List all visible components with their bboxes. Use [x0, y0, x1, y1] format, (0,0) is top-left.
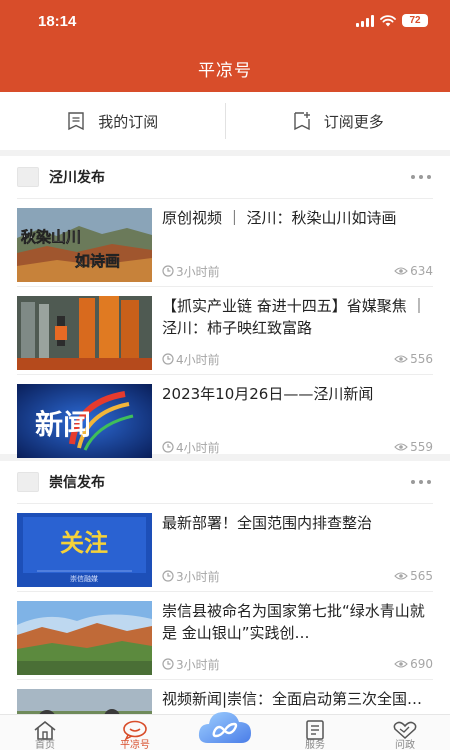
- news-title[interactable]: 崇信县被命名为国家第七批“绿水青山就是 金山银山”实践创…: [162, 600, 433, 644]
- chat-icon: [123, 720, 147, 740]
- news-meta: 3小时前 634: [162, 263, 433, 279]
- thumbnail-caption-line1: 秋染山川: [21, 228, 81, 246]
- service-icon: [306, 720, 324, 740]
- news-title[interactable]: 原创视频 ｜ 泾川：秋染山川如诗画: [162, 207, 433, 229]
- news-thumbnail: [17, 689, 152, 714]
- tab-label: 服务: [305, 740, 325, 750]
- view-count: 565: [394, 569, 433, 583]
- channel-logo: [17, 472, 39, 492]
- tab-label: 平凉号: [120, 740, 150, 750]
- news-title[interactable]: 【抓实产业链 奋进十四五】省媒聚焦 ｜ 泾川：柿子映红致富路: [162, 295, 433, 339]
- tab-pingliang-hao[interactable]: 平凉号: [105, 715, 165, 750]
- publish-time: 4小时前: [162, 439, 220, 456]
- handshake-icon: [393, 721, 417, 740]
- news-thumbnail: [17, 296, 152, 370]
- more-subscriptions-button[interactable]: 订阅更多: [226, 92, 450, 150]
- thumbnail-caption-line2: 如诗画: [75, 252, 120, 270]
- thumbnail-caption: 关注: [60, 529, 108, 557]
- clock-icon: [162, 353, 174, 365]
- battery-icon: 72: [402, 14, 428, 27]
- more-subscriptions-label: 订阅更多: [323, 112, 384, 131]
- eye-icon: [394, 572, 408, 580]
- center-cloud-button[interactable]: [196, 703, 254, 750]
- news-thumbnail: 关注 崇信融媒: [17, 513, 152, 587]
- tab-service[interactable]: 服务: [285, 715, 345, 750]
- eye-icon: [394, 267, 408, 275]
- subscribe-list-icon: [68, 112, 84, 131]
- tab-home[interactable]: 首页: [15, 715, 75, 750]
- thumbnail-subcaption: 崇信融媒: [70, 574, 98, 583]
- publish-time: 3小时前: [162, 263, 220, 280]
- status-icons: 72: [356, 14, 428, 27]
- news-title[interactable]: 2023年10月26日——泾川新闻: [162, 383, 433, 405]
- clock-icon: [162, 570, 174, 582]
- channel-name[interactable]: 泾川发布: [49, 167, 411, 187]
- cloud-icon: [198, 712, 251, 743]
- home-icon: [34, 720, 56, 740]
- more-options-icon[interactable]: [411, 480, 431, 484]
- news-item[interactable]: 秋染山川 如诗画 原创视频 ｜ 泾川：秋染山川如诗画 3小时前 634: [17, 198, 433, 286]
- clock-icon: [162, 658, 174, 670]
- news-item[interactable]: 崇信县被命名为国家第七批“绿水青山就是 金山银山”实践创… 3小时前 690: [17, 591, 433, 679]
- status-bar: 18:14 72: [0, 0, 450, 44]
- tab-wenzheng[interactable]: 问政: [375, 715, 435, 750]
- view-count: 690: [394, 657, 433, 671]
- channel-section: 泾川发布 秋染山川 如诗画 原创视频 ｜ 泾川：秋染山川如诗画 3小时前 634: [0, 156, 450, 458]
- thumbnail-caption: 新闻: [35, 408, 91, 441]
- news-thumbnail: 秋染山川 如诗画: [17, 208, 152, 282]
- page-title: 平凉号: [198, 61, 252, 81]
- news-meta: 3小时前 565: [162, 568, 433, 584]
- channel-section: 崇信发布 关注 崇信融媒 最新部署！全国范围内排查整治 3小时前 565 崇信县…: [0, 461, 450, 714]
- wifi-icon: [380, 14, 396, 26]
- cellular-signal-icon: [356, 14, 374, 27]
- app-header: 18:14 72 平凉号: [0, 0, 450, 92]
- news-item[interactable]: 新闻 2023年10月26日——泾川新闻 4小时前 559: [17, 374, 433, 462]
- subscribe-add-icon: [294, 112, 310, 131]
- news-meta: 3小时前 690: [162, 656, 433, 672]
- news-item[interactable]: 关注 崇信融媒 最新部署！全国范围内排查整治 3小时前 565: [17, 503, 433, 591]
- news-item[interactable]: 【抓实产业链 奋进十四五】省媒聚焦 ｜ 泾川：柿子映红致富路 4小时前 556: [17, 286, 433, 374]
- publish-time: 4小时前: [162, 351, 220, 368]
- view-count: 559: [394, 440, 433, 454]
- channel-header: 泾川发布: [0, 156, 450, 198]
- eye-icon: [394, 355, 408, 363]
- view-count: 556: [394, 352, 433, 366]
- more-options-icon[interactable]: [411, 175, 431, 179]
- news-meta: 4小时前 556: [162, 351, 433, 367]
- news-title[interactable]: 最新部署！全国范围内排查整治: [162, 512, 433, 534]
- tab-label: 问政: [395, 740, 415, 750]
- tab-label: 首页: [35, 740, 55, 750]
- channel-name[interactable]: 崇信发布: [49, 472, 411, 492]
- view-count: 634: [394, 264, 433, 278]
- my-subscriptions-label: 我的订阅: [98, 112, 159, 131]
- publish-time: 3小时前: [162, 568, 220, 585]
- eye-icon: [394, 660, 408, 668]
- channel-header: 崇信发布: [0, 461, 450, 503]
- publish-time: 3小时前: [162, 656, 220, 673]
- clock-icon: [162, 265, 174, 277]
- status-time: 18:14: [38, 13, 77, 30]
- my-subscriptions-button[interactable]: 我的订阅: [0, 92, 225, 150]
- news-thumbnail: 新闻: [17, 384, 152, 458]
- eye-icon: [394, 443, 408, 451]
- news-meta: 4小时前 559: [162, 439, 433, 455]
- clock-icon: [162, 441, 174, 453]
- subscription-bar: 我的订阅 订阅更多: [0, 92, 450, 150]
- news-thumbnail: [17, 601, 152, 675]
- channel-logo: [17, 167, 39, 187]
